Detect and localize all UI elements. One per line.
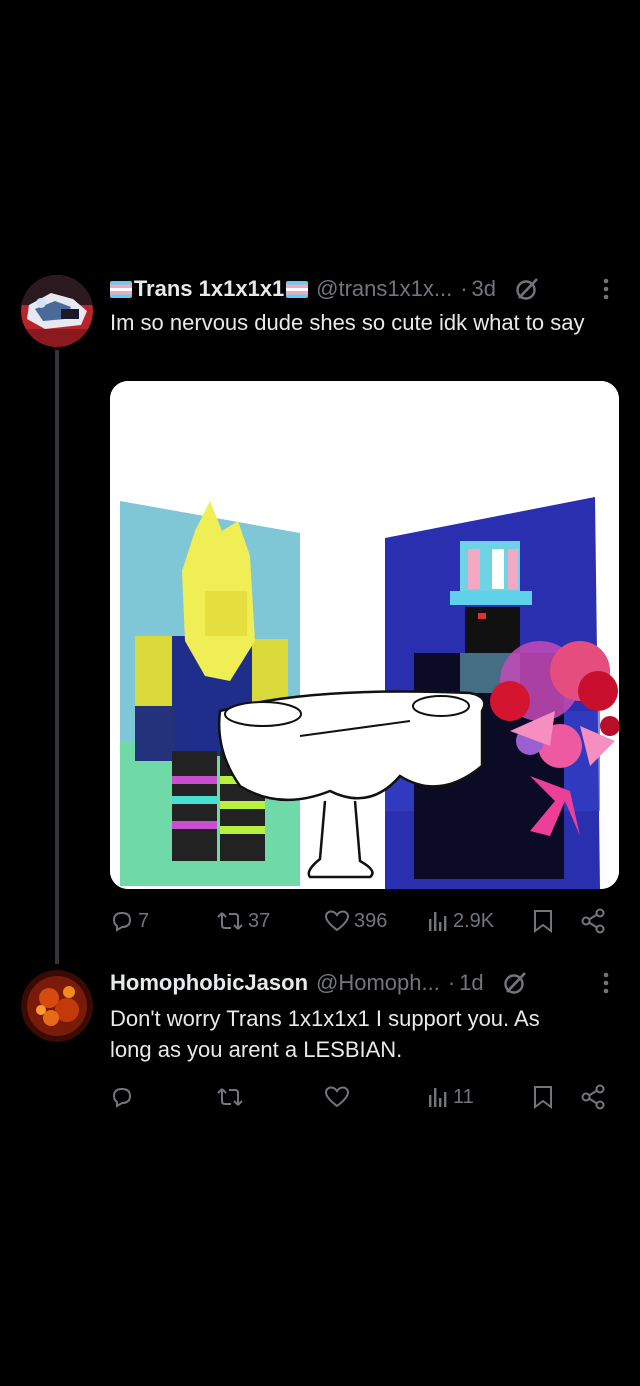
repost-icon	[217, 1088, 243, 1106]
repost-button[interactable]	[216, 1080, 244, 1114]
bookmark-icon	[534, 1086, 552, 1109]
separator: ·	[447, 970, 456, 995]
views-count: 11	[453, 1085, 474, 1108]
repost-button[interactable]: 37	[216, 904, 270, 938]
more-icon[interactable]	[596, 966, 616, 1000]
trans-flag-icon	[110, 280, 132, 298]
reply-count: 7	[138, 909, 150, 932]
reply-button[interactable]	[110, 1080, 134, 1114]
handle[interactable]: @Homoph...	[316, 970, 440, 996]
like-icon	[324, 910, 350, 932]
separator: ·	[460, 276, 468, 301]
views-icon	[429, 1088, 447, 1107]
bookmark-icon	[534, 910, 552, 933]
share-button[interactable]	[580, 1080, 606, 1114]
trans-flag-icon	[286, 280, 309, 298]
avatar-trans1x1x1x1[interactable]	[21, 275, 93, 347]
views-icon	[429, 912, 447, 931]
grok-icon[interactable]	[514, 276, 540, 302]
timestamp[interactable]: 3d	[472, 276, 496, 302]
avatar-homophobicjason[interactable]	[21, 970, 93, 1042]
display-name[interactable]: Trans 1x1x1x1	[134, 276, 284, 302]
reply-icon	[112, 911, 132, 932]
share-icon	[581, 1084, 605, 1110]
tweet-text: Don't worry Trans 1x1x1x1 I support you.…	[110, 1006, 540, 1062]
timestamp[interactable]: 1d	[459, 970, 483, 996]
like-button[interactable]	[324, 1080, 350, 1114]
views-button[interactable]: 11	[427, 1080, 474, 1114]
tweet-text: Im so nervous dude shes so cute idk what…	[110, 310, 585, 335]
reply-icon	[112, 1087, 132, 1108]
handle[interactable]: @trans1x1x...	[316, 276, 452, 302]
tweet-actions: 11	[110, 1080, 610, 1114]
like-button[interactable]: 396	[324, 904, 387, 938]
thread-line	[55, 350, 59, 964]
views-count: 2.9K	[453, 909, 495, 932]
tweet-header: Trans 1x1x1x1 @trans1x1x... · 3d	[110, 272, 540, 306]
repost-icon	[217, 912, 243, 930]
grok-icon[interactable]	[502, 970, 528, 996]
share-icon	[581, 908, 605, 934]
display-name[interactable]: HomophobicJason	[110, 970, 308, 996]
like-count: 396	[354, 909, 388, 932]
views-button[interactable]: 2.9K	[427, 904, 494, 938]
repost-count: 37	[248, 909, 271, 932]
share-button[interactable]	[580, 904, 606, 938]
tweet-actions: 7 37 396 2.9K	[110, 904, 610, 938]
more-icon[interactable]	[596, 272, 616, 306]
like-icon	[324, 1086, 350, 1108]
reply-button[interactable]: 7	[110, 904, 149, 938]
tweet-image[interactable]	[110, 381, 619, 889]
bookmark-button[interactable]	[532, 1080, 554, 1114]
tweet-header: HomophobicJason @Homoph... · 1d	[110, 966, 540, 1000]
bookmark-button[interactable]	[532, 904, 554, 938]
